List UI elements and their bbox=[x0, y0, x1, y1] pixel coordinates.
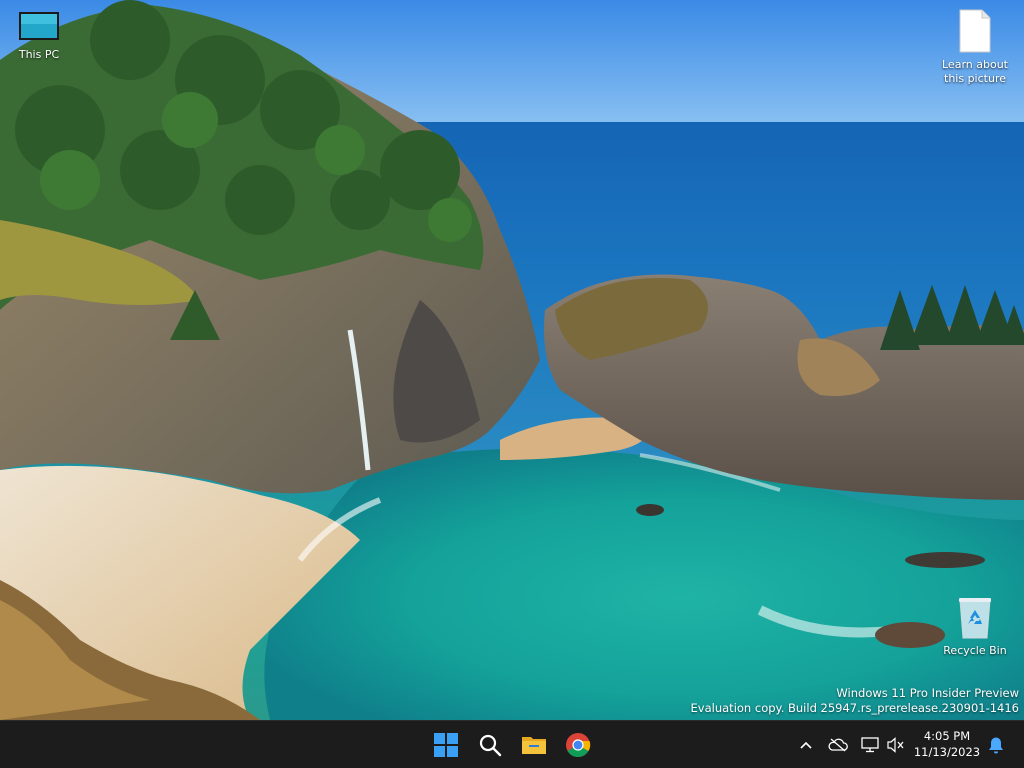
chevron-up-icon bbox=[800, 741, 812, 749]
desktop-icon-label: Learn about this picture bbox=[942, 58, 1008, 85]
search-icon bbox=[479, 734, 502, 757]
watermark-line-build: Evaluation copy. Build 25947.rs_prerelea… bbox=[690, 701, 1019, 715]
clock-time: 4:05 PM bbox=[923, 729, 971, 743]
desktop-icon-label: Recycle Bin bbox=[943, 644, 1007, 657]
folder-icon bbox=[522, 737, 546, 754]
network-tray-button[interactable] bbox=[860, 735, 880, 755]
file-explorer-button[interactable] bbox=[515, 726, 553, 764]
chrome-icon bbox=[566, 733, 591, 758]
watermark-line-edition: Windows 11 Pro Insider Preview bbox=[836, 686, 1019, 700]
chrome-button[interactable] bbox=[559, 726, 597, 764]
notifications-button[interactable] bbox=[986, 735, 1006, 755]
volume-muted-icon bbox=[887, 737, 904, 753]
desktop-icon-this-pc[interactable]: This PC bbox=[0, 10, 78, 62]
desktop[interactable]: This PC Learn about this picture Recycle… bbox=[0, 0, 1024, 720]
taskbar: 4:05 PM 11/13/2023 bbox=[0, 720, 1024, 768]
start-button[interactable] bbox=[427, 726, 465, 764]
onedrive-tray-button[interactable] bbox=[828, 735, 848, 755]
taskbar-clock[interactable]: 4:05 PM 11/13/2023 bbox=[912, 728, 982, 760]
insider-preview-watermark: Windows 11 Pro Insider Preview Evaluatio… bbox=[691, 686, 1019, 716]
desktop-icon-label: This PC bbox=[18, 48, 60, 61]
clock-date: 11/13/2023 bbox=[913, 745, 981, 759]
notification-bell-icon bbox=[989, 737, 1003, 754]
onedrive-icon bbox=[828, 738, 848, 752]
desktop-icon-learn-about-picture[interactable]: Learn about this picture bbox=[936, 8, 1014, 86]
desktop-icon-recycle-bin[interactable]: Recycle Bin bbox=[936, 596, 1014, 658]
search-button[interactable] bbox=[471, 726, 509, 764]
document-icon bbox=[959, 9, 991, 53]
this-pc-icon bbox=[19, 12, 59, 40]
volume-tray-button[interactable] bbox=[886, 735, 906, 755]
recycle-bin-icon bbox=[959, 598, 991, 639]
windows-start-icon bbox=[434, 733, 458, 757]
show-hidden-icons-button[interactable] bbox=[796, 735, 816, 755]
wallpaper bbox=[0, 0, 1024, 720]
network-icon bbox=[861, 737, 879, 753]
